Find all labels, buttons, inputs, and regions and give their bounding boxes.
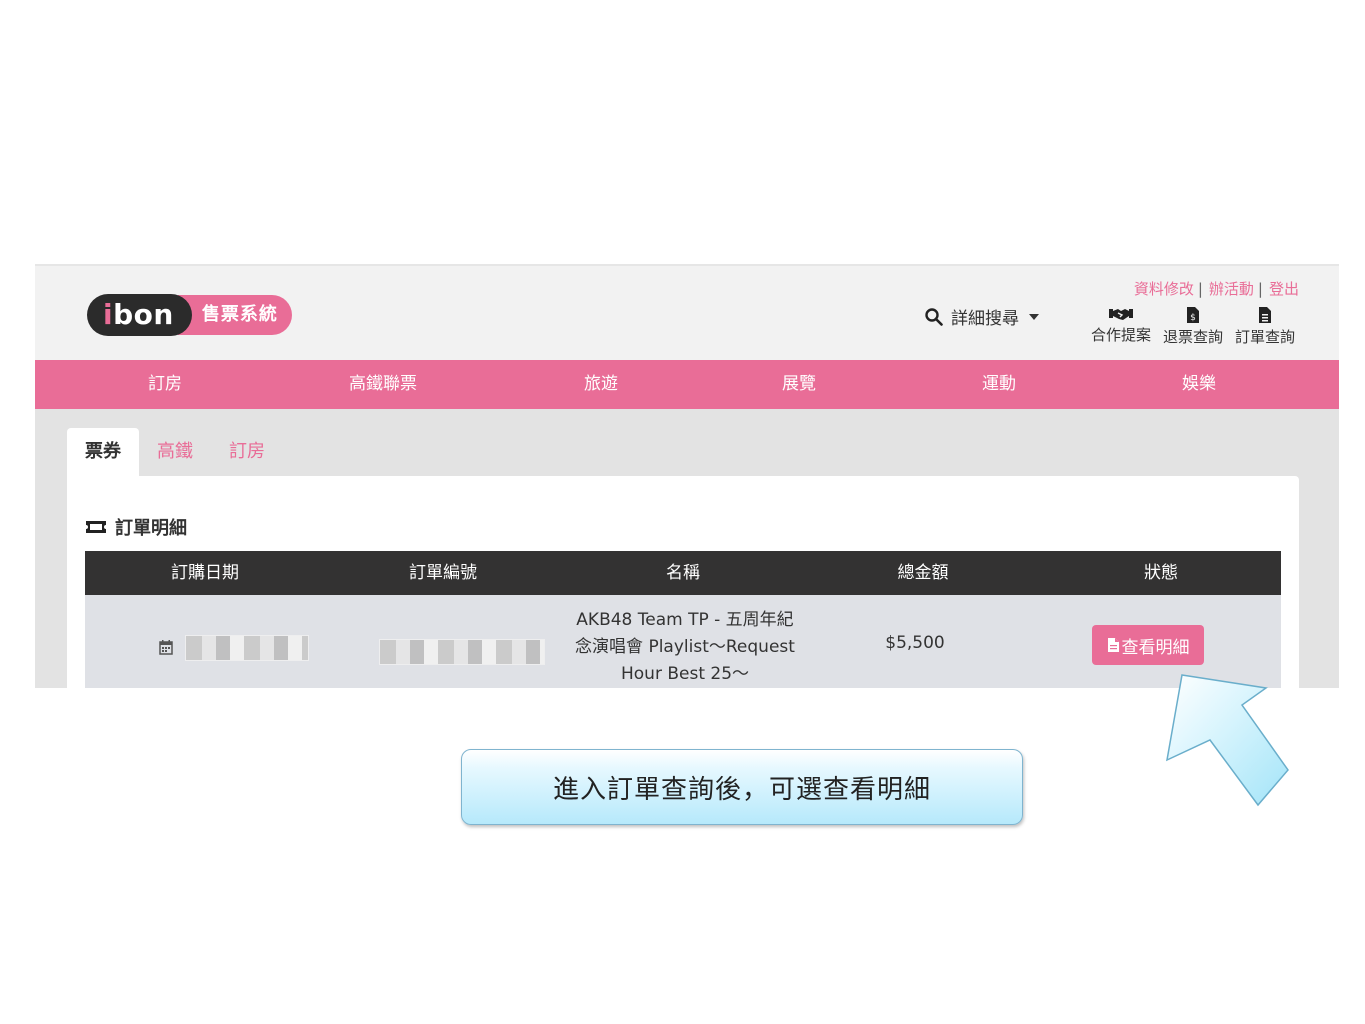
quick-link-refund-inquiry[interactable]: $ 退票查詢 (1163, 306, 1223, 347)
view-details-button[interactable]: 查看明細 (1092, 625, 1204, 665)
quick-link-label: 退票查詢 (1162, 328, 1223, 346)
column-header-status: 狀態 (1144, 563, 1178, 583)
panel-title-text: 訂單明細 (115, 518, 187, 539)
quick-link-label: 訂單查詢 (1234, 328, 1295, 346)
order-item-name-line: 念演唱會 Playlist～Request (575, 637, 795, 657)
nav-item-sports[interactable]: 運動 (957, 360, 1041, 409)
search-icon (925, 307, 943, 326)
view-details-label: 查看明細 (1121, 637, 1190, 658)
order-total: $5,500 (885, 633, 945, 653)
logo-bon: bon (113, 298, 174, 331)
refund-doc-icon: $ (1186, 307, 1199, 323)
advanced-search-label: 詳細搜尋 (951, 309, 1019, 329)
column-header-total: 總金額 (897, 563, 949, 583)
instruction-callout-text: 進入訂單查詢後，可選查看明細 (552, 774, 931, 805)
handshake-icon (1108, 309, 1133, 320)
nav-item-exhibition[interactable]: 展覽 (757, 360, 841, 409)
calendar-icon (159, 640, 173, 655)
main-nav: 訂房 高鐵聯票 旅遊 展覽 運動 娛樂 (35, 360, 1339, 409)
quick-link-order-inquiry[interactable]: 訂單查詢 (1235, 306, 1295, 347)
order-item-name: AKB48 Team TP - 五周年紀 念演唱會 Playlist～Reque… (555, 607, 815, 688)
ibon-logo[interactable]: ibon 售票系統 (87, 294, 292, 336)
order-date-redacted (185, 635, 309, 661)
column-header-name: 名稱 (666, 563, 700, 583)
chevron-down-icon (1029, 313, 1039, 320)
order-item-name-line: Hour Best 25～ (620, 664, 750, 684)
pointer-arrow-icon (1166, 674, 1289, 807)
link-separator: | (1257, 279, 1263, 298)
order-number-redacted (379, 639, 545, 665)
column-header-order-date: 訂購日期 (171, 563, 239, 583)
table-header: 訂購日期 訂單編號 名稱 總金額 狀態 (85, 551, 1281, 595)
svg-text:$: $ (1190, 313, 1196, 323)
table-row: AKB48 Team TP - 五周年紀 念演唱會 Playlist～Reque… (85, 595, 1281, 688)
order-doc-icon (1258, 307, 1271, 323)
advanced-search-dropdown[interactable]: 詳細搜尋 (925, 304, 1039, 329)
quick-link-label: 合作提案 (1090, 326, 1151, 344)
link-logout[interactable]: 登出 (1269, 278, 1299, 299)
nav-item-travel[interactable]: 旅遊 (559, 360, 643, 409)
quick-link-partnership[interactable]: 合作提案 (1091, 306, 1151, 347)
column-header-order-number: 訂單編號 (409, 563, 477, 583)
tab-hsr[interactable]: 高鐵 (139, 428, 211, 476)
tab-hotel[interactable]: 訂房 (211, 428, 283, 476)
logo-ibon-mark: ibon (87, 294, 192, 336)
logo-tagline: 售票系統 (177, 295, 292, 335)
document-icon (1107, 638, 1119, 652)
nav-item-entertainment[interactable]: 娛樂 (1157, 360, 1241, 409)
order-panel: 訂單明細 訂購日期 訂單編號 名稱 總金額 狀態 AKB48 Team TP -… (67, 476, 1299, 688)
nav-item-hotel[interactable]: 訂房 (123, 360, 207, 409)
logo-i: i (103, 298, 114, 331)
link-host-event[interactable]: 辦活動 (1209, 278, 1254, 299)
site-header: ibon 售票系統 詳細搜尋 資料修改 | 辦活動 | 登出 合作提案 $ 退票… (35, 264, 1339, 360)
ticket-icon (86, 521, 106, 533)
category-tabs: 票券 高鐵 訂房 (67, 428, 283, 476)
tab-tickets[interactable]: 票券 (67, 428, 139, 476)
panel-title: 訂單明細 (85, 514, 187, 540)
quick-links: 合作提案 $ 退票查詢 訂單查詢 (1091, 306, 1295, 347)
link-separator: | (1197, 279, 1203, 298)
account-links: 資料修改 | 辦活動 | 登出 (1134, 278, 1299, 299)
nav-item-hsr-combo[interactable]: 高鐵聯票 (335, 360, 431, 409)
instruction-callout: 進入訂單查詢後，可選查看明細 (461, 749, 1023, 825)
order-item-name-line: AKB48 Team TP - 五周年紀 (576, 610, 794, 630)
ibon-page-screenshot: ibon 售票系統 詳細搜尋 資料修改 | 辦活動 | 登出 合作提案 $ 退票… (35, 264, 1339, 688)
link-profile-edit[interactable]: 資料修改 (1134, 278, 1194, 299)
